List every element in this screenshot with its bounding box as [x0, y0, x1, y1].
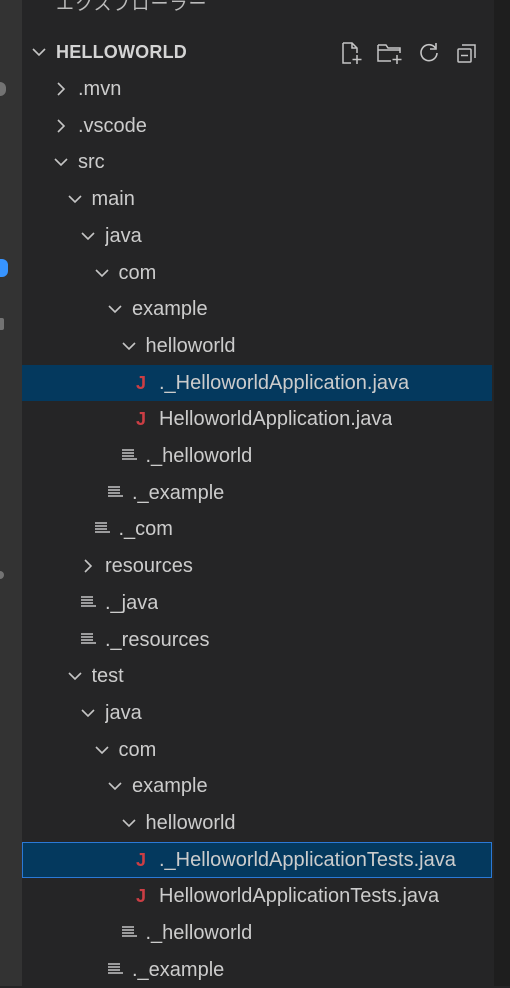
- new-file-icon[interactable]: [338, 40, 364, 66]
- chevron-down-icon[interactable]: [93, 741, 111, 759]
- panel-title-bar: エクスプローラー: [22, 0, 494, 16]
- remote-explorer-icon[interactable]: [0, 259, 8, 277]
- chevron-right-icon[interactable]: [52, 117, 70, 135]
- tree-file-row[interactable]: J HelloworldApplicationTests.java: [22, 878, 492, 914]
- chevron-down-icon[interactable]: [93, 264, 111, 282]
- tree-file-row[interactable]: ._example: [22, 475, 492, 511]
- tree-item-label: ._example: [132, 958, 225, 981]
- tree-item-label: com: [118, 738, 157, 761]
- tree-item-label: ._example: [132, 481, 225, 504]
- chevron-down-icon: [30, 43, 48, 61]
- text-file-icon: [79, 594, 97, 612]
- tree-folder-row[interactable]: example: [22, 291, 492, 327]
- tree-folder-row[interactable]: helloworld: [22, 805, 492, 841]
- tree-file-row[interactable]: ._resources: [22, 622, 492, 658]
- tree-folder-row[interactable]: src: [22, 144, 492, 180]
- tree-folder-row[interactable]: test: [22, 658, 492, 694]
- chevron-right-icon[interactable]: [79, 557, 97, 575]
- extensions-icon[interactable]: [0, 318, 4, 330]
- text-file-icon: [120, 447, 138, 465]
- tree-item-label: ._helloworld: [145, 445, 253, 467]
- testing-icon[interactable]: [0, 571, 4, 579]
- tree-item-label: ._HelloworldApplication.java: [159, 371, 410, 394]
- text-file-icon: [93, 520, 111, 538]
- text-file-icon: [106, 484, 124, 502]
- section-actions: [336, 38, 494, 66]
- tree-item-label: java: [105, 224, 142, 247]
- refresh-icon[interactable]: [416, 40, 442, 66]
- tree-file-row[interactable]: ._example: [22, 952, 492, 988]
- panel-title: エクスプローラー: [56, 0, 208, 14]
- tree-item-label: java: [105, 701, 142, 724]
- tree-item-label: example: [132, 298, 208, 321]
- collapse-all-icon[interactable]: [454, 40, 480, 66]
- chevron-right-icon[interactable]: [52, 80, 70, 98]
- tree-folder-row[interactable]: java: [22, 218, 492, 254]
- tree-file-row[interactable]: ._helloworld: [22, 915, 492, 951]
- tree-item-label: helloworld: [145, 812, 236, 834]
- tree-item-label: HelloworldApplication.java: [159, 408, 393, 431]
- chevron-down-icon[interactable]: [66, 190, 84, 208]
- workspace-title: HELLOWORLD: [56, 42, 187, 62]
- java-file-icon: J: [136, 849, 147, 870]
- tree-file-row[interactable]: ._com: [22, 511, 492, 547]
- tree-item-label: com: [118, 261, 157, 284]
- chevron-down-icon[interactable]: [66, 667, 84, 685]
- tree-item-label: ._HelloworldApplicationTests.java: [159, 848, 456, 871]
- tree-file-row[interactable]: J ._HelloworldApplication.java: [22, 364, 492, 401]
- java-file-icon: J: [136, 409, 147, 430]
- tree-item-label: test: [91, 665, 124, 688]
- chevron-down-icon[interactable]: [106, 300, 124, 318]
- tree-item-label: .vscode: [78, 114, 147, 137]
- tree-file-row[interactable]: J ._HelloworldApplicationTests.java: [22, 841, 492, 878]
- tree-folder-row[interactable]: helloworld: [22, 328, 492, 364]
- ellipsis-icon[interactable]: [444, 0, 468, 6]
- tree-folder-row[interactable]: .mvn: [22, 71, 492, 107]
- tree-item-label: .mvn: [78, 78, 122, 100]
- java-file-icon: J: [136, 886, 147, 907]
- tree-item-label: src: [78, 151, 105, 174]
- chevron-down-icon[interactable]: [79, 227, 97, 245]
- source-control-icon[interactable]: [0, 82, 6, 96]
- scrollbar[interactable]: [494, 0, 510, 986]
- tree-item-label: ._resources: [105, 628, 210, 651]
- tree-item-label: HelloworldApplicationTests.java: [159, 885, 440, 908]
- tree-item-label: example: [132, 775, 208, 798]
- tree-file-row[interactable]: ._java: [22, 585, 492, 621]
- tree-item-label: ._com: [118, 518, 173, 541]
- tree-folder-row[interactable]: com: [22, 255, 492, 291]
- tree-folder-row[interactable]: example: [22, 768, 492, 804]
- tree-folder-row[interactable]: .vscode: [22, 108, 492, 144]
- text-file-icon: [106, 961, 124, 979]
- tree-item-label: main: [91, 188, 135, 211]
- activity-bar: [0, 0, 22, 986]
- chevron-down-icon[interactable]: [120, 337, 138, 355]
- text-file-icon: [120, 924, 138, 942]
- tree-folder-row[interactable]: main: [22, 181, 492, 217]
- chevron-down-icon[interactable]: [79, 704, 97, 722]
- tree-file-row[interactable]: ._helloworld: [22, 438, 492, 474]
- workspace-section-header[interactable]: HELLOWORLD: [22, 34, 494, 70]
- tree-folder-row[interactable]: com: [22, 732, 492, 768]
- chevron-down-icon[interactable]: [106, 777, 124, 795]
- tree-item-label: resources: [105, 555, 193, 578]
- tree-folder-row[interactable]: java: [22, 695, 492, 731]
- tree-item-label: helloworld: [145, 334, 236, 357]
- text-file-icon: [79, 631, 97, 649]
- tree-file-row[interactable]: J HelloworldApplication.java: [22, 401, 492, 437]
- new-folder-icon[interactable]: [376, 40, 402, 66]
- chevron-down-icon[interactable]: [52, 153, 70, 171]
- java-file-icon: J: [136, 372, 147, 393]
- tree-item-label: ._java: [105, 591, 159, 614]
- chevron-down-icon[interactable]: [120, 814, 138, 832]
- tree-item-label: ._helloworld: [145, 922, 253, 945]
- tree-folder-row[interactable]: resources: [22, 548, 492, 584]
